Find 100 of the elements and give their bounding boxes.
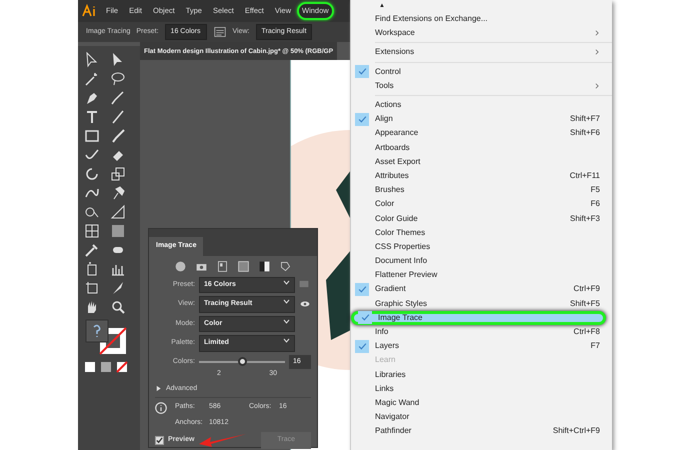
menu-item-label: Attributes [375, 170, 410, 182]
chevron-down-icon [283, 338, 290, 343]
menu-item[interactable]: Libraries [351, 368, 612, 382]
shortcut-text: Shift+F6 [570, 127, 600, 140]
menu-item[interactable]: Magic Wand [351, 396, 612, 410]
paintbrush-icon[interactable] [110, 128, 126, 144]
menu-item[interactable]: Brushes F5 [351, 183, 612, 198]
rectangle-icon[interactable] [84, 128, 100, 144]
menu-item-label: Graphic Styles [375, 298, 428, 310]
eye-icon[interactable] [299, 298, 311, 309]
slider-thumb[interactable] [238, 356, 247, 366]
info-icon [155, 402, 167, 414]
menu-item[interactable]: Image Trace [351, 310, 606, 325]
chevron-down-icon [283, 299, 290, 304]
menu-item[interactable]: Appearance Shift+F6 [351, 126, 612, 140]
menu-item[interactable]: Actions [351, 98, 612, 112]
menu-item-label: Appearance [375, 127, 420, 140]
menu-item-label: Actions [375, 99, 402, 112]
menu-item[interactable]: Graphic Styles Shift+F5 [351, 296, 612, 311]
shortcut-text: Ctrl+F8 [574, 326, 600, 338]
menu-item-label: Color Guide [375, 212, 419, 225]
menu-item[interactable]: Color Themes [351, 226, 612, 240]
menu-item-label: Brushes [375, 184, 406, 196]
menu-item[interactable]: Gradient Ctrl+F9 [351, 282, 612, 297]
shortcut-text: Shift+Ctrl+F9 [552, 425, 600, 438]
menu-item[interactable]: Find Extensions on Exchange... [351, 12, 612, 26]
menu-item-label: Find Extensions on Exchange... [375, 13, 489, 26]
chevron-down-icon [283, 318, 290, 324]
menu-item-label: Info [375, 326, 390, 338]
expand-triangle-icon[interactable] [155, 385, 162, 392]
shortcut-text: Shift+F7 [570, 113, 600, 126]
perspective-icon[interactable] [110, 204, 126, 220]
gradient-icon[interactable] [110, 223, 126, 239]
menu-item[interactable]: Color Guide Shift+F3 [351, 211, 612, 226]
shortcut-text: Ctrl+F9 [574, 283, 600, 296]
artboard-icon[interactable] [84, 280, 100, 296]
shortcut-text: Shift+F5 [570, 298, 600, 310]
menu-item[interactable]: Attributes Ctrl+F11 [351, 168, 612, 184]
menu-item-label: Tools [375, 80, 395, 92]
menu-item-label: Pathfinder [375, 425, 412, 438]
wand-icon[interactable] [84, 71, 100, 87]
shortcut-text: F7 [590, 340, 600, 352]
menu-item[interactable]: Flattener Preview [351, 268, 612, 282]
menu-item-label: Align [375, 113, 394, 126]
outline-icon[interactable] [279, 260, 292, 272]
grid-icon[interactable] [216, 260, 229, 272]
menu-item-label: CSS Properties [375, 240, 432, 253]
menu-item[interactable]: CSS Properties [351, 240, 612, 254]
menu-item[interactable]: Control [351, 64, 612, 79]
menu-item-label: Links [375, 382, 395, 395]
half-filled-square-icon[interactable] [258, 260, 271, 272]
palette-icon[interactable] [174, 260, 187, 272]
menu-item[interactable]: Navigator [351, 410, 612, 424]
menu-item[interactable]: Document Info [351, 254, 612, 268]
menu-item-label: Color Themes [375, 226, 426, 239]
menu-item-label: Artboards [375, 142, 411, 154]
panel-icon[interactable] [212, 26, 227, 38]
menu-item-label: Layers [375, 340, 400, 352]
zoom-icon[interactable] [110, 299, 126, 315]
brush-icon[interactable] [110, 90, 126, 106]
menu-item-label: Flattener Preview [375, 269, 438, 282]
app-logo-icon [82, 4, 98, 18]
shortcut-text: F5 [590, 184, 600, 196]
type-icon[interactable] [84, 109, 100, 125]
shortcut-text: Ctrl+F11 [570, 170, 600, 182]
menu-item-label: Color [375, 198, 396, 210]
scale-icon[interactable] [110, 166, 126, 182]
menu-item-label: Libraries [375, 368, 407, 381]
pen-icon[interactable] [84, 90, 100, 106]
menu-item[interactable]: Pathfinder Shift+Ctrl+F9 [351, 424, 612, 438]
menu-item[interactable]: Artboards [351, 140, 612, 155]
menu-item-label: Control [375, 66, 402, 78]
rotate-icon[interactable] [84, 166, 100, 182]
menu-item[interactable]: Color F6 [351, 197, 612, 212]
menu-item[interactable]: Info Ctrl+F8 [351, 324, 612, 340]
pointer-icon[interactable] [84, 52, 100, 68]
menu-item-label: Document Info [375, 255, 428, 268]
grayscale-icon[interactable] [237, 260, 250, 272]
menu-item[interactable]: Asset Export [351, 154, 612, 169]
lasso-icon[interactable] [110, 71, 126, 87]
menu-item-label: Asset Export [375, 156, 422, 168]
shortcut-text: F6 [590, 198, 600, 210]
menu-item[interactable]: Links [351, 382, 612, 396]
menu-item-label: Navigator [375, 411, 410, 424]
shortcut-text: Shift+F3 [570, 212, 600, 225]
menu-item[interactable]: Layers F7 [351, 339, 612, 354]
menu-item-label: Gradient [375, 283, 407, 296]
menu-item-label: Learn [375, 354, 396, 366]
checkbox[interactable] [155, 436, 164, 445]
menu-item-label: Extensions [375, 46, 416, 58]
menu-item[interactable]: Extensions [351, 45, 612, 60]
menu-item[interactable]: Tools [351, 78, 612, 93]
menu-item-label: Magic Wand [375, 396, 420, 409]
menu-item-label: Image Trace [378, 312, 424, 324]
chevron-down-icon [283, 280, 290, 284]
menu-item-label: Workspace [375, 27, 416, 40]
line-icon[interactable] [110, 109, 126, 125]
menu-item[interactable]: Workspace [351, 26, 612, 40]
mesh-icon[interactable] [84, 223, 100, 239]
menu-item[interactable]: Align Shift+F7 [351, 112, 612, 126]
